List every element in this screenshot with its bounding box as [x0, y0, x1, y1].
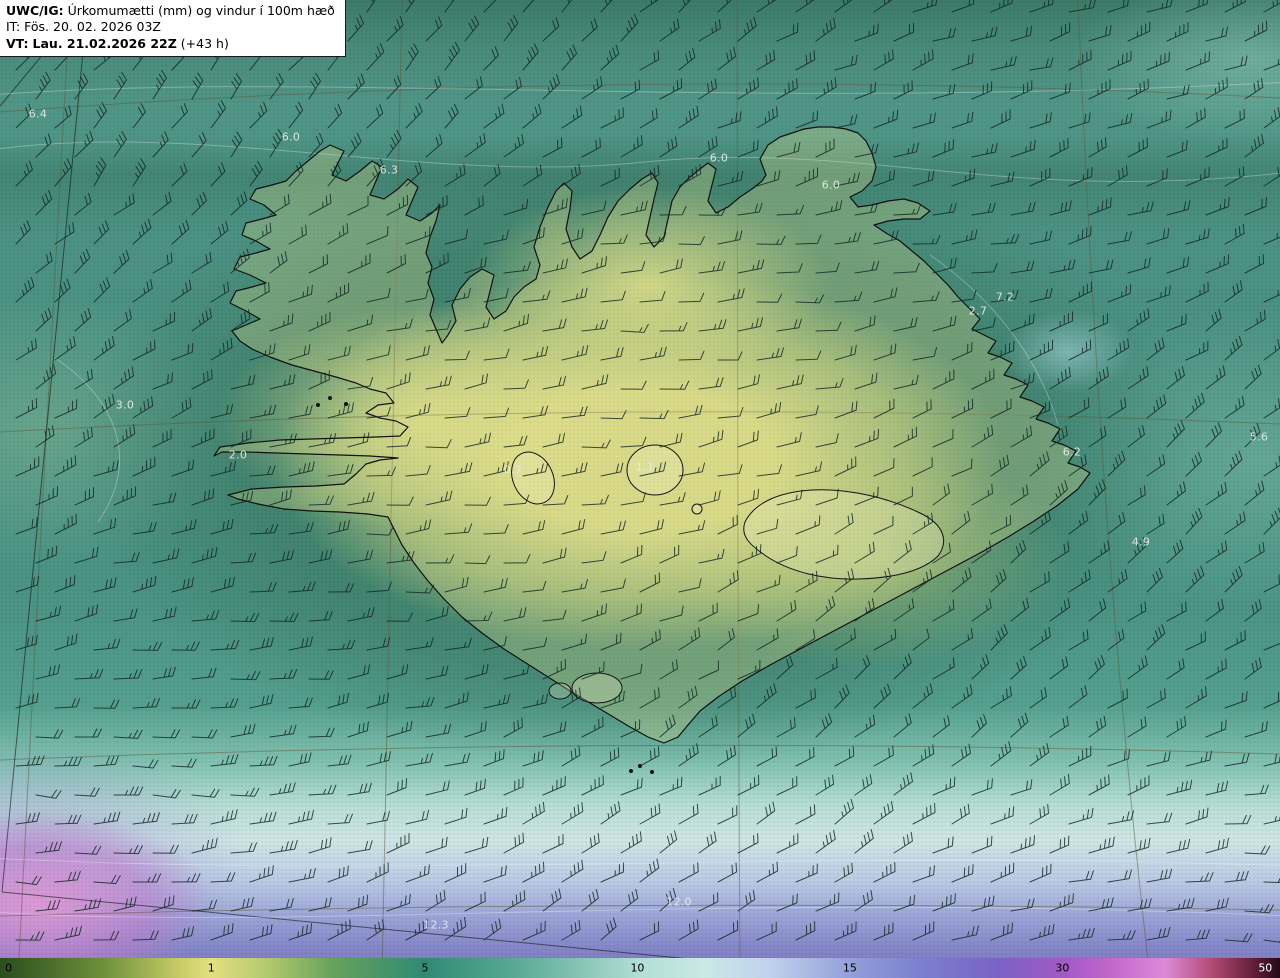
colorbar-tick-label: 5: [421, 963, 428, 974]
valid-time-line: VT: Lau. 21.02.2026 22Z (+43 h): [6, 36, 335, 52]
map-overlay: [0, 0, 1280, 978]
title-box: UWC/IG: Úrkomumætti (mm) og vindur í 100…: [0, 0, 346, 57]
colorbar-tick-label: 50: [1258, 963, 1272, 974]
weather-map: 6.46.06.36.06.07.22.73.02.05.66.20.71.14…: [0, 0, 1280, 978]
init-value: Fös. 20. 02. 2026 03Z: [24, 19, 161, 34]
colorbar-tick-label: 1: [208, 963, 215, 974]
valid-value: Lau. 21.02.2026 22Z: [33, 36, 177, 51]
colorbar-tick-label: 30: [1055, 963, 1069, 974]
model-name: UWC/IG:: [6, 3, 64, 18]
colorbar-tick-label: 10: [630, 963, 644, 974]
valid-label: VT:: [6, 36, 29, 51]
colorbar: 01510153050: [0, 958, 1280, 978]
init-label: IT:: [6, 19, 20, 34]
colorbar-tick-label: 0: [5, 963, 12, 974]
map-title: Úrkomumætti (mm) og vindur í 100m hæð: [68, 3, 335, 18]
valid-offset: (+43 h): [181, 36, 229, 51]
title-line: UWC/IG: Úrkomumætti (mm) og vindur í 100…: [6, 3, 335, 19]
init-time-line: IT: Fös. 20. 02. 2026 03Z: [6, 19, 335, 35]
iceland-coastline: [214, 127, 1090, 743]
colorbar-tick-label: 15: [843, 963, 857, 974]
